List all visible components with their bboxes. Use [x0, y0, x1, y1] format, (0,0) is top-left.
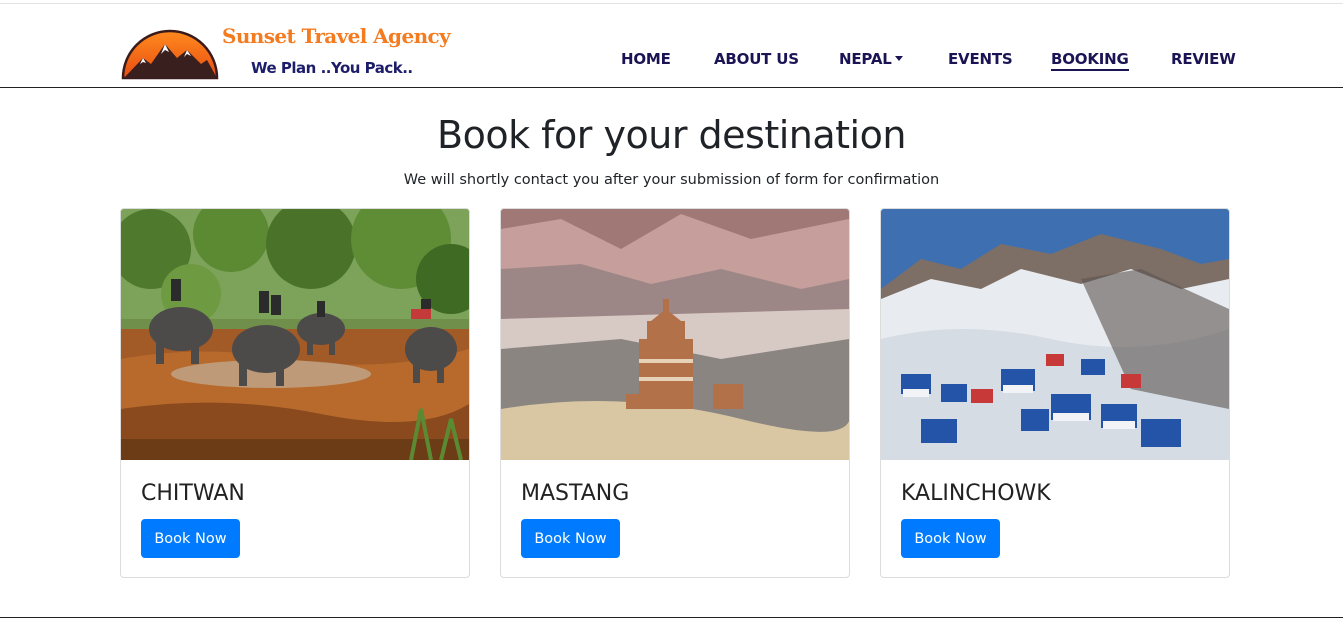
footer-divider — [0, 617, 1343, 618]
destination-card-chitwan: CHITWAN Book Now — [120, 208, 470, 578]
card-title: KALINCHOWK — [901, 481, 1051, 506]
destination-card-mastang: MASTANG Book Now — [500, 208, 850, 578]
nav-review[interactable]: REVIEW — [1171, 50, 1236, 68]
destination-card-kalinchowk: KALINCHOWK Book Now — [880, 208, 1230, 578]
book-now-button[interactable]: Book Now — [521, 519, 620, 558]
snowy-village-photo — [881, 209, 1229, 460]
card-title: CHITWAN — [141, 481, 245, 506]
mustang-stupa-photo — [501, 209, 849, 460]
nav-events[interactable]: EVENTS — [948, 50, 1013, 68]
page-title: Book for your destination — [437, 113, 906, 157]
nav-home[interactable]: HOME — [621, 50, 671, 68]
elephants-river-photo — [121, 209, 469, 460]
book-now-button[interactable]: Book Now — [901, 519, 1000, 558]
nav-booking[interactable]: BOOKING — [1051, 50, 1129, 71]
book-now-button[interactable]: Book Now — [141, 519, 240, 558]
navbar: Sunset Travel Agency We Plan ..You Pack.… — [0, 4, 1343, 88]
nav-nepal-label: NEPAL — [839, 50, 892, 68]
page-subtitle: We will shortly contact you after your s… — [403, 172, 940, 188]
nav-about-us[interactable]: ABOUT US — [714, 50, 799, 68]
brand-name: Sunset Travel Agency — [222, 24, 451, 48]
main-nav: HOME ABOUT US NEPAL EVENTS BOOKING REVIE… — [0, 50, 1343, 74]
caret-down-icon — [894, 56, 903, 61]
nav-nepal-dropdown[interactable]: NEPAL — [839, 50, 903, 68]
card-title: MASTANG — [521, 481, 630, 506]
